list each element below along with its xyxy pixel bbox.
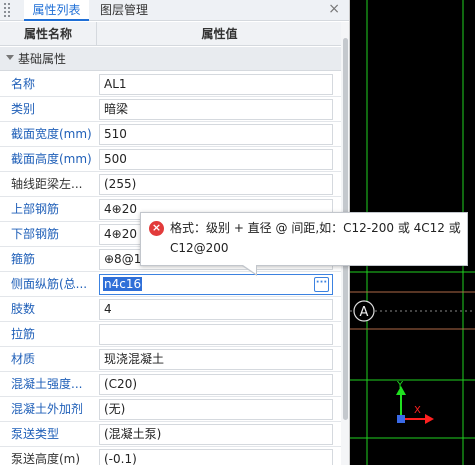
property-row[interactable]: 轴线距梁左... (255): [0, 172, 341, 197]
property-name: 材质: [11, 352, 36, 366]
property-row[interactable]: 混凝土强度... (C20): [0, 372, 341, 397]
property-row[interactable]: 泵送类型 (混凝土泵): [0, 422, 341, 447]
property-name: 名称: [11, 77, 36, 91]
property-value-input[interactable]: 510: [99, 124, 333, 145]
axis-label-a: A: [360, 305, 369, 320]
tooltip-line-1: 格式：级别 + 直径 @ 间距,如：C12-200 或 4C12 或: [170, 221, 461, 235]
property-name: 箍筋: [11, 252, 36, 266]
property-row[interactable]: 泵送高度(m) (-0.1): [0, 447, 341, 465]
ucs-origin: [397, 415, 405, 423]
error-icon: ×: [149, 221, 164, 236]
property-name: 泵送高度(m): [11, 452, 81, 465]
property-name: 类别: [11, 102, 36, 116]
property-name: 肢数: [11, 302, 36, 316]
property-name: 轴线距梁左...: [11, 177, 83, 191]
property-name: 混凝土强度...: [11, 377, 83, 391]
property-value-input[interactable]: (无): [99, 399, 333, 420]
drag-handle-icon[interactable]: [4, 3, 10, 17]
property-value-input[interactable]: (混凝土泵): [99, 424, 333, 445]
tooltip-line-2: C12@200: [170, 241, 229, 255]
tooltip-arrow-fill: [243, 265, 256, 274]
ucs-x-arrow: [425, 414, 434, 424]
property-value-input[interactable]: n4c16 ···: [99, 274, 333, 295]
property-row[interactable]: 截面高度(mm) 500: [0, 147, 341, 172]
property-value-input[interactable]: (C20): [99, 374, 333, 395]
property-name: 拉筋: [11, 327, 36, 341]
ucs-x-label: X: [414, 405, 421, 416]
group-basic-properties[interactable]: 基础属性: [0, 47, 341, 71]
column-header: 属性名称 属性值: [0, 22, 341, 46]
property-value-input[interactable]: 500: [99, 149, 333, 170]
collapse-caret-icon[interactable]: [6, 55, 14, 60]
property-row[interactable]: 混凝土外加剂 (无): [0, 397, 341, 422]
tooltip-text: 格式：级别 + 直径 @ 间距,如：C12-200 或 4C12 或 C12@2…: [170, 218, 466, 258]
property-value-input[interactable]: [99, 324, 333, 345]
selected-text: n4c16: [103, 277, 143, 291]
column-header-name: 属性名称: [0, 22, 97, 46]
property-row[interactable]: 拉筋: [0, 322, 341, 347]
validation-tooltip: × 格式：级别 + 直径 @ 间距,如：C12-200 或 4C12 或 C12…: [140, 212, 468, 276]
property-name: 下部钢筋: [11, 227, 60, 241]
property-value-input[interactable]: (255): [99, 174, 333, 195]
property-value-input[interactable]: 现浇混凝土: [99, 349, 333, 370]
property-row[interactable]: 肢数 4: [0, 297, 341, 322]
ucs-y-label: Y: [396, 380, 404, 391]
tab-layer-management[interactable]: 图层管理: [94, 0, 184, 21]
close-icon[interactable]: ×: [328, 1, 340, 17]
property-row[interactable]: 截面宽度(mm) 510: [0, 122, 341, 147]
tab-bar: 属性列表 图层管理 ×: [0, 0, 349, 21]
group-label: 基础属性: [18, 52, 67, 66]
property-name: 泵送类型: [11, 427, 60, 441]
ellipsis-button[interactable]: ···: [314, 277, 329, 292]
tab-property-list[interactable]: 属性列表: [24, 0, 89, 21]
property-name: 侧面纵筋(总...: [11, 277, 88, 291]
property-value-input[interactable]: 4: [99, 299, 333, 320]
property-value-input[interactable]: (-0.1): [99, 449, 333, 465]
property-name: 截面宽度(mm): [11, 127, 92, 141]
property-row[interactable]: 侧面纵筋(总... n4c16 ···: [0, 272, 341, 297]
property-row[interactable]: 名称 AL1: [0, 72, 341, 97]
property-value-input[interactable]: AL1: [99, 74, 333, 95]
property-row[interactable]: 类别 暗梁: [0, 97, 341, 122]
property-name: 混凝土外加剂: [11, 402, 84, 416]
property-row[interactable]: 材质 现浇混凝土: [0, 347, 341, 372]
column-header-value: 属性值: [201, 27, 238, 41]
property-name: 截面高度(mm): [11, 152, 92, 166]
property-name: 上部钢筋: [11, 202, 60, 216]
property-value-input[interactable]: 暗梁: [99, 99, 333, 120]
